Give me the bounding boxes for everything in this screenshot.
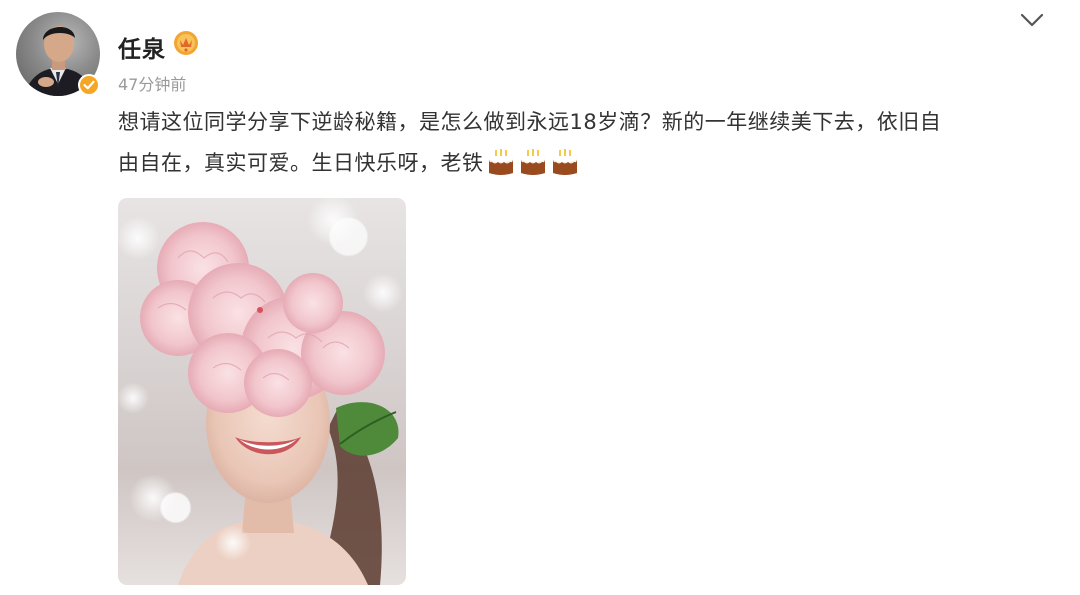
cake-icon	[552, 149, 577, 175]
weibo-post: 任泉 47分钟前 想请这位同学分享下逆龄秘籍，是怎么做到永远18岁滴？新的一年继…	[0, 0, 1080, 595]
verified-badge-icon	[78, 74, 100, 96]
fan-badge-icon[interactable]	[172, 29, 200, 57]
post-image[interactable]	[118, 198, 406, 585]
cake-icon	[488, 149, 513, 175]
post-text-line: 想请这位同学分享下逆龄秘籍，是怎么做到永远18岁滴？新的一年继续美下去，依旧自	[118, 110, 942, 134]
cake-icon	[520, 149, 545, 175]
post-text-fragment: 由自在，真实可爱。生日快乐呀，老铁	[118, 151, 484, 175]
post-text-line: 由自在，真实可爱。生日快乐呀，老铁	[118, 143, 1048, 184]
chevron-down-icon[interactable]	[1018, 10, 1046, 30]
post-text: 想请这位同学分享下逆龄秘籍，是怎么做到永远18岁滴？新的一年继续美下去，依旧自 …	[118, 102, 1048, 184]
author-name[interactable]: 任泉	[118, 30, 166, 64]
post-timestamp[interactable]: 47分钟前	[118, 71, 186, 95]
